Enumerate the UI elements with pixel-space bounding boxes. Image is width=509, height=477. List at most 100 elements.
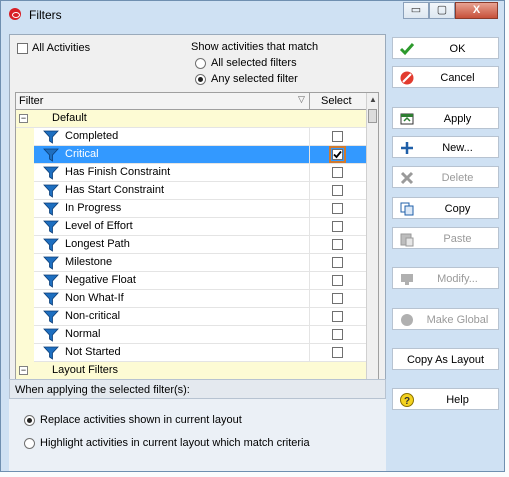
filter-row[interactable]: Critical: [16, 146, 366, 164]
ok-button[interactable]: OK: [392, 37, 499, 59]
all-selected-filters-radio[interactable]: [195, 58, 206, 69]
row-indent: [16, 164, 34, 182]
scroll-up-arrow-icon[interactable]: ▲: [369, 95, 377, 104]
column-divider: [309, 200, 310, 218]
row-indent: [16, 290, 34, 308]
all-selected-filters-label: All selected filters: [211, 57, 297, 69]
row-indent: [16, 128, 34, 146]
column-divider: [309, 308, 310, 326]
apply-options-heading: When applying the selected filter(s):: [15, 384, 190, 396]
paste-button[interactable]: Paste: [392, 227, 499, 249]
paste-button-label: Paste: [443, 233, 472, 245]
filter-name: Not Started: [65, 346, 121, 358]
filter-row[interactable]: Not Started: [16, 344, 366, 362]
group-row[interactable]: − Layout Filters: [16, 362, 366, 380]
delete-x-icon: [399, 170, 415, 186]
scroll-thumb[interactable]: [368, 109, 377, 123]
filter-row[interactable]: Milestone: [16, 254, 366, 272]
row-indent: [16, 308, 34, 326]
filter-name: Has Start Constraint: [65, 184, 165, 196]
close-button[interactable]: X: [455, 2, 498, 19]
oracle-app-icon: [9, 8, 21, 20]
make-global-button-label: Make Global: [426, 314, 489, 326]
select-checkbox[interactable]: [332, 347, 343, 358]
filter-column-header[interactable]: Filter: [19, 95, 43, 107]
copy-button-label: Copy: [444, 203, 471, 215]
paste-icon: [399, 231, 415, 247]
apply-options-header: When applying the selected filter(s):: [9, 379, 386, 399]
highlight-activities-radio[interactable]: [24, 438, 35, 449]
check-icon: [399, 41, 415, 57]
all-activities-checkbox[interactable]: [17, 43, 28, 54]
make-global-button[interactable]: Make Global: [392, 308, 499, 330]
row-indent: [16, 272, 34, 290]
filter-row[interactable]: Normal: [16, 326, 366, 344]
select-checkbox[interactable]: [332, 293, 343, 304]
maximize-button[interactable]: ▢: [429, 2, 455, 19]
filter-name: Milestone: [65, 256, 113, 268]
filter-panel: All Activities Show activities that matc…: [9, 34, 386, 407]
apply-icon: [399, 111, 415, 127]
select-checkbox[interactable]: [332, 131, 343, 142]
column-divider: [309, 218, 310, 236]
filter-row[interactable]: Non-critical: [16, 308, 366, 326]
filter-row[interactable]: In Progress: [16, 200, 366, 218]
column-divider: [309, 272, 310, 290]
select-checkbox[interactable]: [332, 203, 343, 214]
column-divider: [309, 164, 310, 182]
filter-row[interactable]: Level of Effort: [16, 218, 366, 236]
cancel-button[interactable]: Cancel: [392, 66, 499, 88]
apply-button[interactable]: Apply: [392, 107, 499, 129]
copy-button[interactable]: Copy: [392, 197, 499, 219]
collapse-icon[interactable]: −: [19, 366, 28, 375]
any-selected-filter-radio[interactable]: [195, 74, 206, 85]
select-checkbox[interactable]: [332, 185, 343, 196]
vertical-scrollbar[interactable]: ▲ ▼: [366, 93, 378, 404]
highlight-activities-label: Highlight activities in current layout w…: [40, 437, 310, 449]
select-checkbox[interactable]: [332, 239, 343, 250]
delete-button[interactable]: Delete: [392, 166, 499, 188]
filter-name: Critical: [65, 148, 99, 160]
group-label: Layout Filters: [52, 364, 119, 376]
filter-funnel-icon: [43, 184, 59, 198]
help-button-label: Help: [446, 394, 469, 406]
row-indent: [16, 254, 34, 272]
select-checkbox[interactable]: [332, 311, 343, 322]
filter-funnel-icon: [43, 220, 59, 234]
filter-row[interactable]: Non What-If: [16, 290, 366, 308]
row-indent: [16, 218, 34, 236]
select-checkbox[interactable]: [332, 221, 343, 232]
select-column-header[interactable]: Select: [321, 95, 352, 107]
help-icon: ?: [399, 392, 415, 408]
copy-as-layout-button[interactable]: Copy As Layout: [392, 348, 499, 370]
group-row[interactable]: − Default: [16, 110, 366, 128]
select-checkbox[interactable]: [332, 275, 343, 286]
filter-row[interactable]: Has Start Constraint: [16, 182, 366, 200]
cancel-button-label: Cancel: [440, 72, 475, 84]
filter-row[interactable]: Negative Float: [16, 272, 366, 290]
any-selected-filter-label: Any selected filter: [211, 73, 298, 85]
replace-activities-label: Replace activities shown in current layo…: [40, 414, 242, 426]
select-checkbox[interactable]: [329, 146, 346, 163]
select-checkbox[interactable]: [332, 329, 343, 340]
replace-activities-radio[interactable]: [24, 415, 35, 426]
collapse-icon[interactable]: −: [19, 114, 28, 123]
help-button[interactable]: ? Help: [392, 388, 499, 410]
column-divider: [309, 326, 310, 344]
filter-row[interactable]: Longest Path: [16, 236, 366, 254]
filter-funnel-icon: [43, 202, 59, 216]
filter-funnel-icon: [43, 274, 59, 288]
new-button[interactable]: New...: [392, 136, 499, 158]
show-match-label: Show activities that match: [191, 41, 319, 53]
select-checkbox[interactable]: [332, 257, 343, 268]
cancel-icon: [399, 70, 415, 86]
select-checkbox[interactable]: [332, 167, 343, 178]
modify-button[interactable]: Modify...: [392, 267, 499, 289]
filter-funnel-icon: [43, 238, 59, 252]
filter-row[interactable]: Has Finish Constraint: [16, 164, 366, 182]
modify-button-label: Modify...: [437, 273, 478, 285]
minimize-button[interactable]: ▭: [403, 2, 429, 19]
apply-options-panel: When applying the selected filter(s): Re…: [9, 379, 386, 471]
row-indent: [16, 326, 34, 344]
filter-row[interactable]: Completed: [16, 128, 366, 146]
